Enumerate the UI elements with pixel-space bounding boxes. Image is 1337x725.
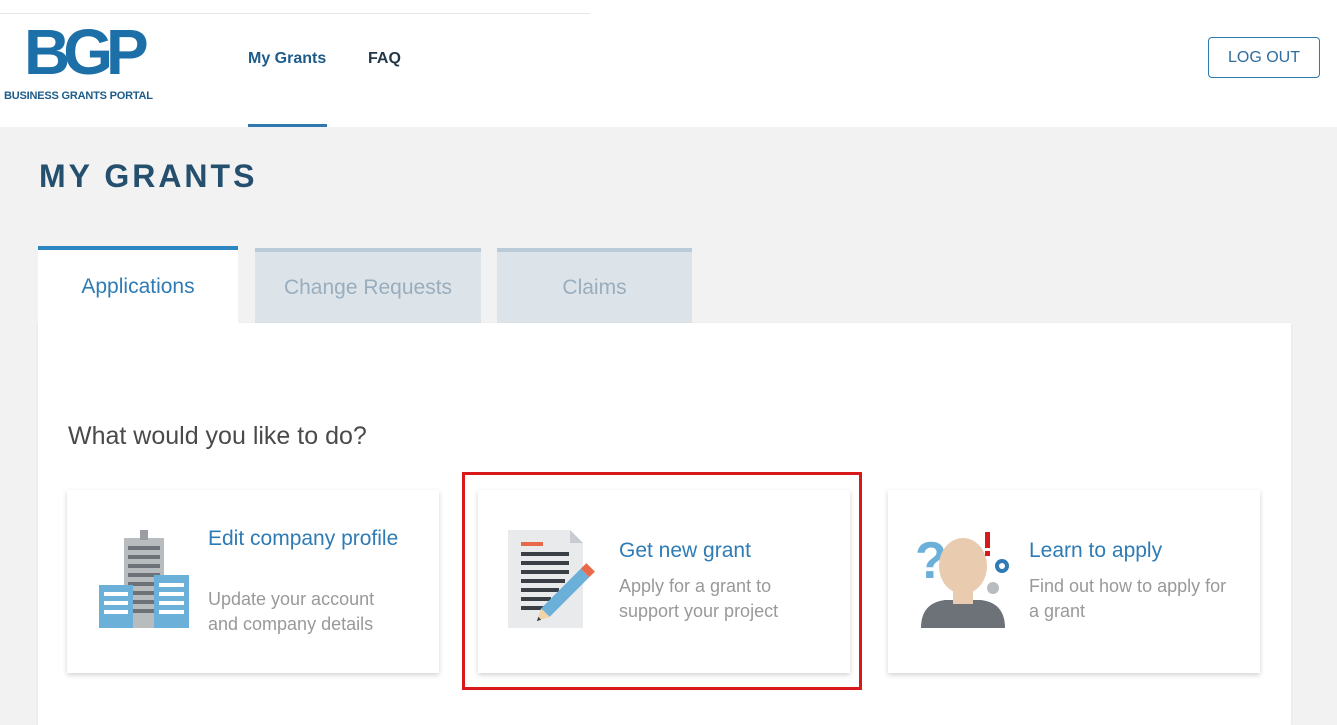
nav-faq[interactable]: FAQ bbox=[368, 50, 401, 68]
learn-to-apply-card[interactable]: ? Learn to apply Find out how to apply f… bbox=[888, 490, 1260, 673]
card-title: Edit company profile bbox=[208, 527, 399, 550]
header-divider bbox=[0, 13, 590, 14]
card-title: Get new grant bbox=[619, 539, 751, 562]
card-description: Apply for a grant to support your projec… bbox=[619, 576, 779, 621]
document-pencil-icon bbox=[508, 530, 595, 628]
edit-company-profile-card[interactable]: Edit company profile Update your account… bbox=[67, 490, 439, 673]
logout-button[interactable]: LOG OUT bbox=[1208, 37, 1320, 78]
card-description: Update your account and company details bbox=[208, 589, 375, 634]
nav-my-grants[interactable]: My Grants bbox=[248, 50, 326, 68]
tab-change-requests[interactable]: Change Requests bbox=[255, 248, 481, 324]
buildings-icon bbox=[99, 530, 189, 628]
card-title: Learn to apply bbox=[1029, 539, 1163, 562]
bgp-logo[interactable]: BGP BUSINESS GRANTS PORTAL bbox=[4, 20, 174, 105]
tab-claims[interactable]: Claims bbox=[497, 248, 692, 324]
tab-applications[interactable]: Applications bbox=[38, 246, 238, 324]
page-title: MY GRANTS bbox=[39, 158, 258, 194]
section-heading: What would you like to do? bbox=[68, 422, 367, 450]
site-header: BGP BUSINESS GRANTS PORTAL My Grants FAQ… bbox=[0, 0, 1337, 127]
logo-mark: BGP bbox=[24, 16, 149, 88]
nav-active-indicator bbox=[248, 124, 327, 127]
get-new-grant-card[interactable]: Get new grant Apply for a grant to suppo… bbox=[478, 490, 850, 673]
card-description: Find out how to apply for a grant bbox=[1029, 576, 1227, 621]
person-question-icon: ? bbox=[915, 532, 1009, 628]
logo-subtitle: BUSINESS GRANTS PORTAL bbox=[4, 90, 153, 102]
